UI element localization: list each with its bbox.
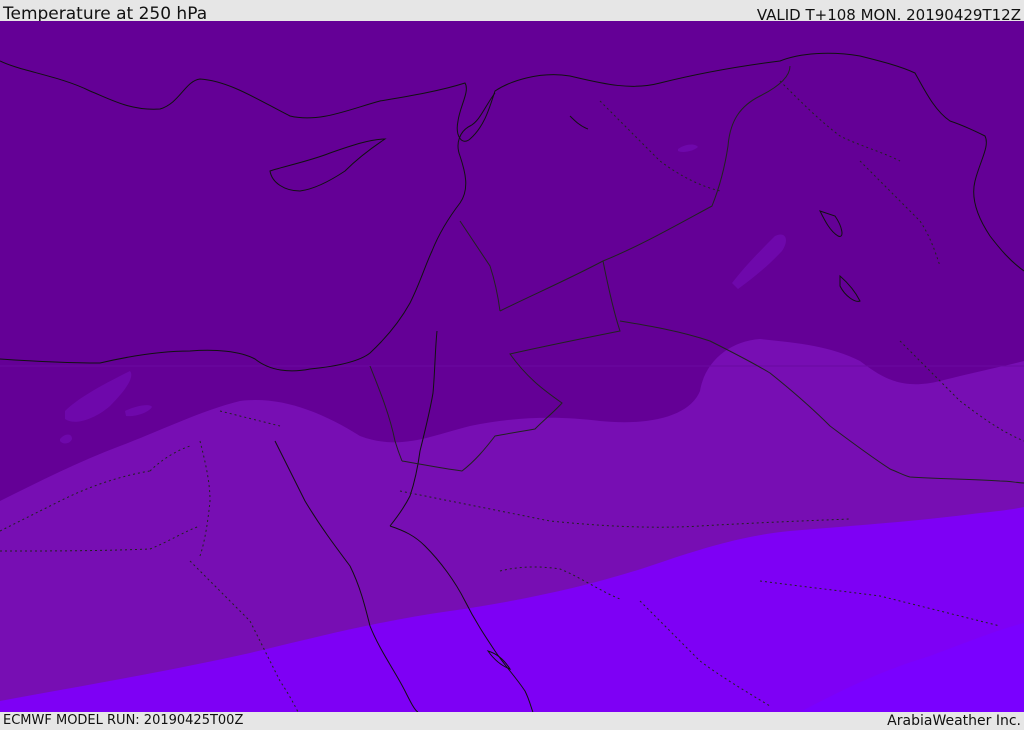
temperature-map-svg (0, 21, 1024, 712)
weather-map[interactable] (0, 21, 1024, 712)
map-footer: ECMWF MODEL RUN: 20190425T00Z ArabiaWeat… (0, 712, 1024, 729)
model-run-label: ECMWF MODEL RUN: 20190425T00Z (3, 713, 244, 728)
map-header: Temperature at 250 hPa VALID T+108 MON. … (0, 0, 1024, 24)
credit-label: ArabiaWeather Inc. (887, 713, 1021, 729)
